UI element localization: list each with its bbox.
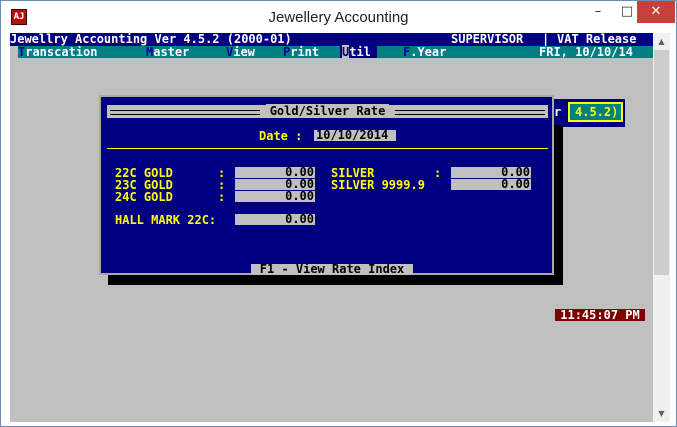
- version-prefix: r: [554, 105, 562, 119]
- scroll-thumb[interactable]: [654, 50, 669, 275]
- menu-item-master[interactable]: Master: [146, 46, 189, 58]
- gold-24-colon: :: [218, 190, 226, 204]
- app-window: AJ Jewellery Accounting – □ ✕ Jewellry A…: [0, 0, 677, 427]
- version-badge: r 4.5.2): [550, 99, 625, 127]
- title-rule-right: [395, 110, 545, 115]
- gold-24-label: 24C GOLD: [115, 190, 173, 204]
- menu-label: til: [349, 45, 371, 59]
- dialog-title: Gold/Silver Rate: [265, 104, 390, 118]
- window-title: Jewellery Accounting: [268, 9, 409, 26]
- menu-item-print[interactable]: Print: [283, 46, 319, 58]
- user-text: SUPERVISOR: [451, 33, 524, 46]
- title-rule-left: [110, 110, 260, 115]
- menu-bar: Transcation Master View Print Util F.Yea…: [18, 45, 653, 59]
- vertical-scrollbar[interactable]: ▲ ▼: [653, 33, 670, 422]
- view-rate-index-hint[interactable]: F1 - View Rate Index: [251, 263, 413, 275]
- silver-colon: :: [434, 166, 442, 180]
- hallmark-field[interactable]: 0.00: [235, 213, 315, 225]
- menu-item-fyear[interactable]: F.Year: [403, 46, 446, 58]
- console-area: Jewellry Accounting Ver 4.5.2 (2000-01) …: [10, 33, 670, 422]
- minimize-button[interactable]: –: [583, 1, 613, 23]
- gold-24-field[interactable]: 0.00: [235, 190, 315, 202]
- gold-silver-rate-dialog: Gold/Silver Rate Date : 10/10/2014 22C G…: [99, 95, 554, 275]
- close-button[interactable]: ✕: [637, 1, 675, 23]
- menu-label: aster: [153, 45, 190, 59]
- menu-label: iew: [233, 45, 255, 59]
- silver-9999-label: SILVER 9999.9: [331, 178, 425, 192]
- title-bar[interactable]: AJ Jewellery Accounting – □ ✕: [1, 1, 676, 33]
- menu-item-transcation[interactable]: Transcation: [18, 46, 97, 58]
- version-text: 4.5.2): [575, 105, 619, 119]
- scroll-down-icon[interactable]: ▼: [653, 405, 670, 422]
- menu-label: .Year: [410, 45, 447, 59]
- date-field[interactable]: 10/10/2014: [314, 129, 396, 141]
- hallmark-label: HALL MARK 22C:: [115, 213, 217, 227]
- menu-date: FRI, 10/10/14: [539, 45, 633, 59]
- version-text-box: 4.5.2): [568, 102, 623, 122]
- clock-display: 11:45:07 PM: [555, 309, 645, 321]
- scroll-up-icon[interactable]: ▲: [653, 33, 670, 50]
- separator-line: [107, 148, 548, 149]
- menu-label: ranscation: [25, 45, 98, 59]
- silver-9999-field[interactable]: 0.00: [451, 178, 531, 190]
- date-label: Date :: [259, 129, 303, 143]
- menu-item-view[interactable]: View: [226, 46, 255, 58]
- dialog-title-bar: Gold/Silver Rate: [107, 104, 548, 118]
- menu-label: rint: [290, 45, 320, 59]
- menu-item-util[interactable]: Util: [340, 45, 377, 59]
